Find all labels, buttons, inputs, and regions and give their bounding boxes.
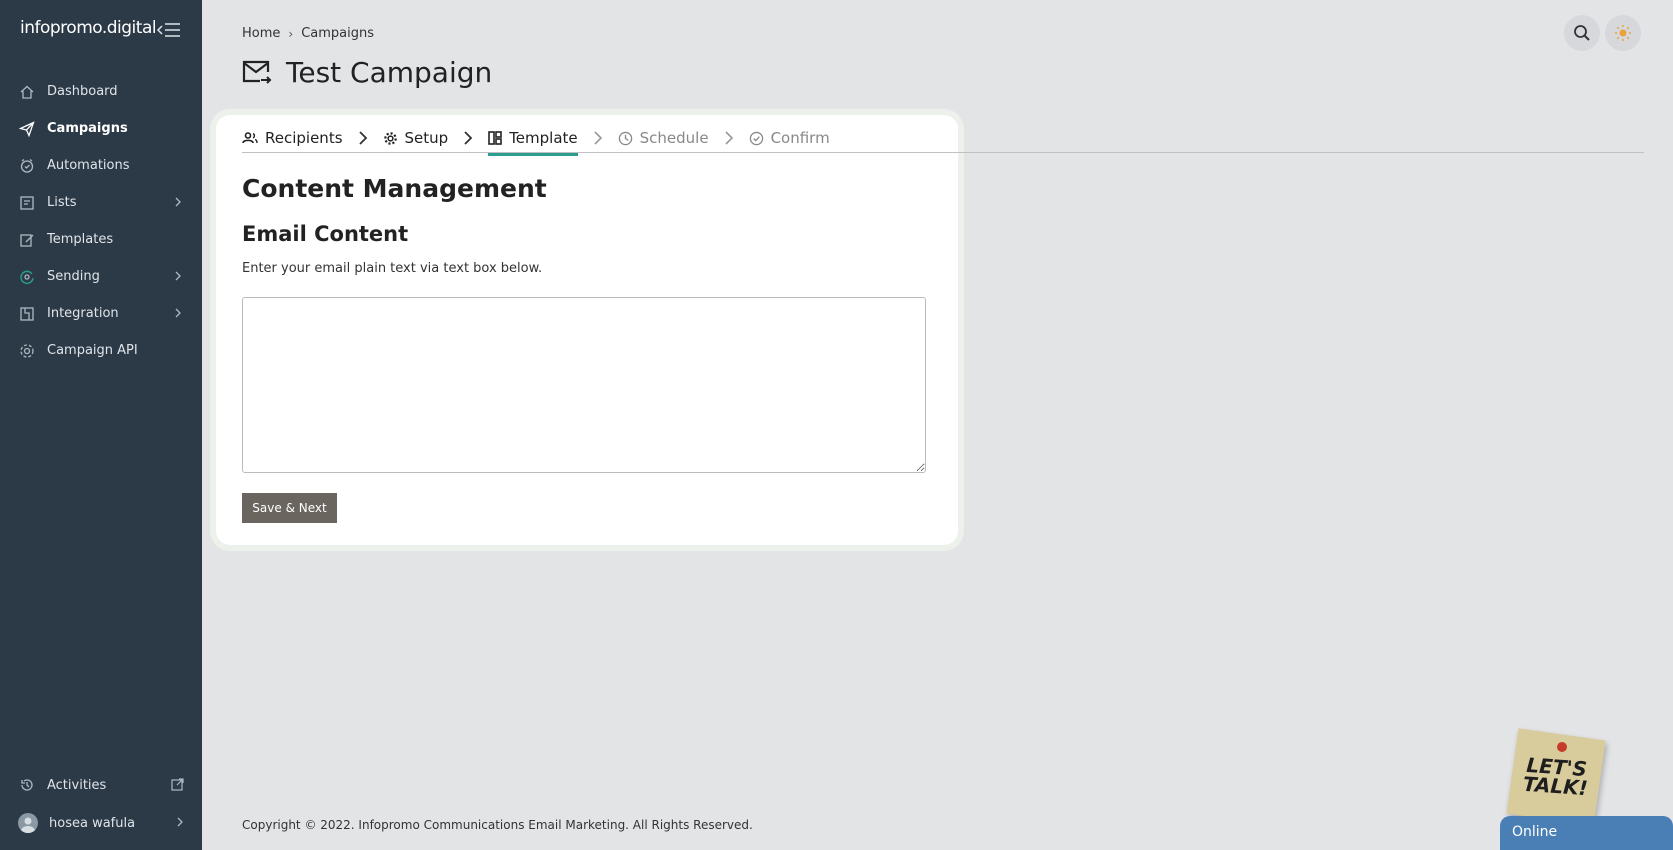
theme-toggle-button[interactable] <box>1605 15 1641 51</box>
users-icon <box>242 131 258 145</box>
history-icon <box>18 776 36 794</box>
integration-icon <box>18 305 36 323</box>
breadcrumb: Home › Campaigns <box>242 26 374 41</box>
sidebar-footer: Activities hosea wafula <box>0 766 202 850</box>
email-content-hint: Enter your email plain text via text box… <box>242 261 543 276</box>
chevron-right-icon <box>358 131 368 145</box>
sidebar-item-lists[interactable]: Lists <box>0 184 202 221</box>
chevron-right-icon <box>463 131 473 145</box>
email-content-textarea[interactable] <box>242 297 926 473</box>
tab-label: Template <box>509 129 578 147</box>
sidebar-item-integration[interactable]: Integration <box>0 295 202 332</box>
user-menu[interactable]: hosea wafula <box>0 804 202 842</box>
tab-label: Schedule <box>639 129 709 147</box>
sidebar: infopromo.digital Dashboard Campaigns Au <box>0 0 202 850</box>
breadcrumb-separator: › <box>288 26 294 41</box>
sidebar-item-label: Templates <box>47 232 114 247</box>
chevron-right-icon <box>174 270 182 285</box>
tab-setup[interactable]: Setup <box>383 122 449 154</box>
sidebar-item-campaigns[interactable]: Campaigns <box>0 110 202 147</box>
breadcrumb-current[interactable]: Campaigns <box>301 26 374 41</box>
page-header: Test Campaign <box>242 56 492 89</box>
sidebar-item-templates[interactable]: Templates <box>0 221 202 258</box>
send-icon <box>18 120 36 138</box>
campaign-steps: Recipients Setup Template Schedule Confi… <box>242 122 830 156</box>
sidebar-item-label: Campaigns <box>47 121 128 136</box>
sidebar-nav: Dashboard Campaigns Automations Lists Te… <box>0 73 202 369</box>
sidebar-item-label: Dashboard <box>47 84 118 99</box>
lets-talk-text: LET'S TALK! <box>1522 752 1589 801</box>
footer-copyright: Copyright © 2022. Infopromo Communicatio… <box>242 818 753 832</box>
chevron-right-icon <box>176 816 184 831</box>
tab-label: Recipients <box>265 129 343 147</box>
check-circle-icon <box>749 131 764 146</box>
chevron-right-icon <box>174 307 182 322</box>
tab-confirm[interactable]: Confirm <box>749 122 830 154</box>
sidebar-item-automations[interactable]: Automations <box>0 147 202 184</box>
page-title: Test Campaign <box>286 56 493 89</box>
sidebar-item-label: Lists <box>47 195 77 210</box>
sidebar-item-label: Sending <box>47 269 100 284</box>
user-name: hosea wafula <box>49 815 136 831</box>
sun-icon <box>1615 25 1631 41</box>
lets-talk-sticky[interactable]: LET'S TALK! <box>1506 728 1606 826</box>
sidebar-item-activities[interactable]: Activities <box>0 766 202 804</box>
search-icon <box>1574 25 1590 41</box>
email-content-title: Email Content <box>242 222 409 246</box>
avatar <box>18 813 38 833</box>
chat-status-button[interactable]: Online <box>1500 816 1673 850</box>
brand-logo[interactable]: infopromo.digital <box>20 18 157 38</box>
api-icon <box>18 342 36 360</box>
tab-template[interactable]: Template <box>488 122 579 156</box>
sidebar-item-label: Campaign API <box>47 343 138 358</box>
templates-icon <box>18 231 36 249</box>
save-next-button[interactable]: Save & Next <box>242 493 337 523</box>
mail-send-icon <box>242 60 272 84</box>
sidebar-collapse-button[interactable] <box>156 20 182 40</box>
layout-icon <box>488 131 502 145</box>
menu-collapse-icon <box>156 23 180 37</box>
tab-label: Confirm <box>770 129 830 147</box>
clock-icon <box>618 131 633 146</box>
section-title: Content Management <box>242 174 547 203</box>
lists-icon <box>18 194 36 212</box>
chevron-right-icon <box>724 131 734 145</box>
sidebar-item-sending[interactable]: Sending <box>0 258 202 295</box>
breadcrumb-home-link[interactable]: Home <box>242 26 280 41</box>
sidebar-item-label: Automations <box>47 158 130 173</box>
chevron-right-icon <box>593 131 603 145</box>
external-link-icon[interactable] <box>171 778 184 795</box>
automation-icon <box>18 157 36 175</box>
sending-icon <box>18 268 36 286</box>
tab-label: Setup <box>404 129 449 147</box>
sidebar-item-campaign-api[interactable]: Campaign API <box>0 332 202 369</box>
tab-recipients[interactable]: Recipients <box>242 122 343 154</box>
sidebar-item-dashboard[interactable]: Dashboard <box>0 73 202 110</box>
chevron-right-icon <box>174 196 182 211</box>
activities-label: Activities <box>47 777 107 793</box>
tab-schedule[interactable]: Schedule <box>618 122 709 154</box>
search-button[interactable] <box>1564 15 1600 51</box>
gear-icon <box>383 131 398 146</box>
home-icon <box>18 83 36 101</box>
sidebar-item-label: Integration <box>47 306 119 321</box>
pin-icon <box>1557 742 1567 752</box>
